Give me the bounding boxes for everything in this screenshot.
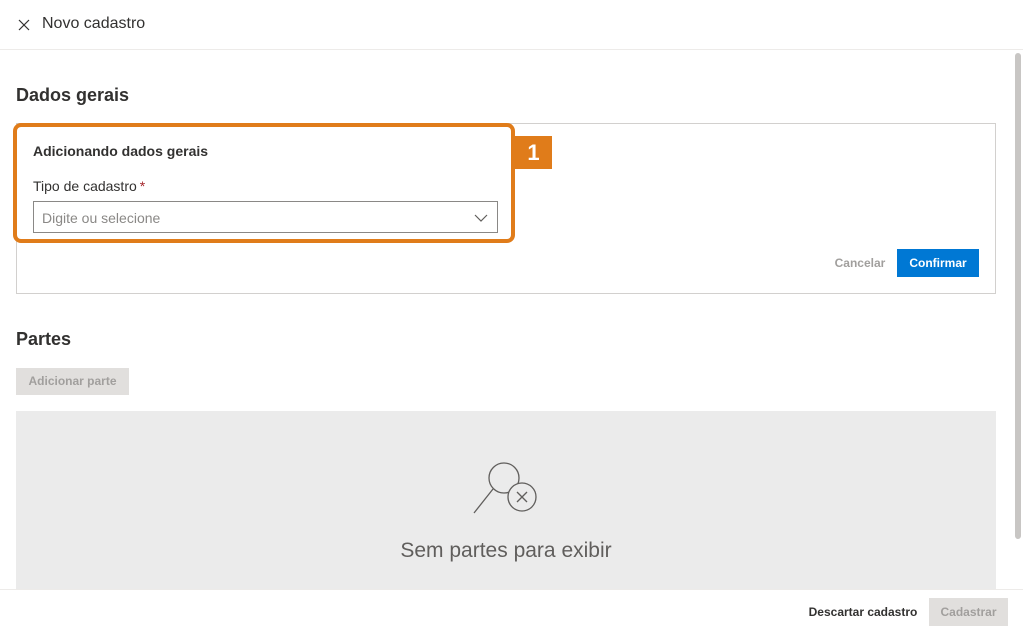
vertical-scrollbar[interactable]	[1015, 51, 1021, 589]
cancel-button[interactable]: Cancelar	[828, 249, 892, 277]
callout-number-badge: 1	[515, 136, 552, 169]
add-part-button[interactable]: Adicionar parte	[16, 368, 129, 395]
panel-header: Novo cadastro	[0, 0, 1023, 50]
discard-button[interactable]: Descartar cadastro	[801, 598, 925, 626]
register-button[interactable]: Cadastrar	[929, 598, 1008, 626]
scrollbar-thumb[interactable]	[1015, 53, 1021, 539]
empty-state-message: Sem partes para exibir	[400, 539, 612, 562]
callout-highlight-box	[13, 123, 515, 243]
general-section-title: Dados gerais	[16, 85, 130, 105]
panel-title: Novo cadastro	[42, 15, 146, 32]
close-icon[interactable]	[14, 15, 34, 35]
confirm-button[interactable]: Confirmar	[897, 249, 979, 277]
parts-section-title: Partes	[16, 329, 72, 349]
search-no-results-icon	[470, 460, 542, 518]
